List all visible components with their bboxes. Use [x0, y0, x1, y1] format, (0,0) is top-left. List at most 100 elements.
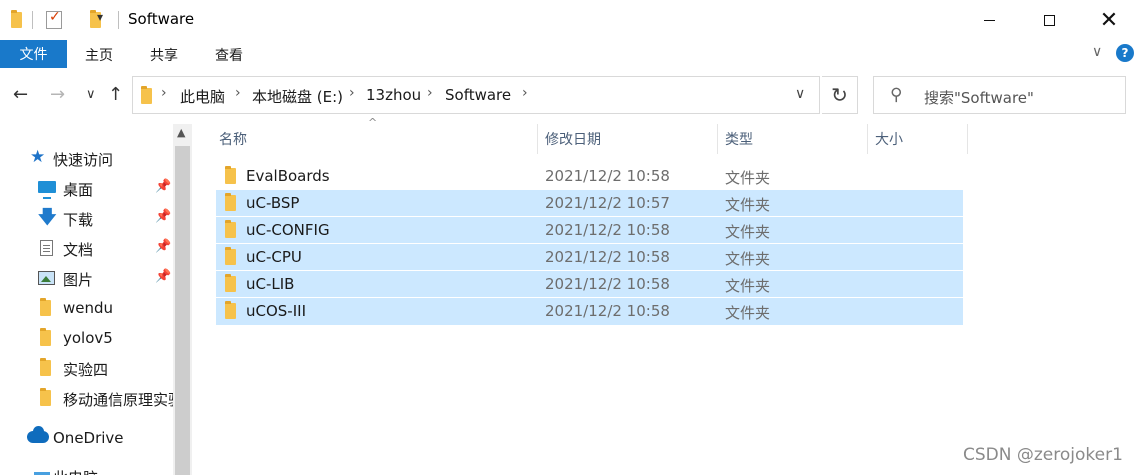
sidebar-item-desktop[interactable]: 桌面 📌	[0, 174, 172, 202]
tab-view[interactable]: 查看	[215, 45, 243, 65]
column-divider[interactable]	[717, 124, 718, 154]
folder-icon	[225, 220, 236, 238]
column-divider[interactable]	[867, 124, 868, 154]
folder-icon	[225, 247, 236, 265]
column-header-size[interactable]: 大小	[875, 129, 903, 149]
folder-icon	[225, 193, 236, 211]
sidebar-item-yolov5[interactable]: yolov5	[0, 324, 172, 352]
document-icon	[40, 240, 53, 256]
file-list: ^ 名称 修改日期 类型 大小 EvalBoards 2021/12/2 10:…	[192, 116, 1140, 475]
sidebar-item-this-pc[interactable]: 此电脑	[0, 458, 172, 475]
breadcrumb-separator[interactable]: ›	[161, 85, 167, 101]
table-row[interactable]: uC-CPU 2021/12/2 10:58 文件夹	[216, 244, 963, 271]
sidebar-item-onedrive[interactable]: OneDrive	[0, 424, 172, 452]
close-button[interactable]: ✕	[1079, 0, 1139, 40]
minimize-icon	[983, 19, 995, 21]
sidebar-item-experiment-4[interactable]: 实验四	[0, 354, 172, 382]
maximize-icon	[1043, 14, 1055, 26]
pin-icon[interactable]: 📌	[155, 239, 171, 254]
file-name: uC-CONFIG	[246, 221, 330, 239]
table-row[interactable]: uC-LIB 2021/12/2 10:58 文件夹	[216, 271, 963, 298]
pin-icon[interactable]: 📌	[155, 269, 171, 284]
sidebar-item-pictures[interactable]: 图片 📌	[0, 264, 172, 292]
window-title: Software	[128, 10, 195, 28]
sort-ascending-icon: ^	[368, 116, 378, 129]
folder-icon	[141, 86, 152, 104]
quick-access-divider	[32, 11, 33, 29]
help-icon[interactable]: ?	[1116, 44, 1134, 62]
table-row[interactable]: uCOS-III 2021/12/2 10:58 文件夹	[216, 298, 963, 325]
file-date: 2021/12/2 10:57	[545, 194, 670, 212]
column-header-type[interactable]: 类型	[725, 129, 753, 149]
column-header-date-modified[interactable]: 修改日期	[545, 129, 601, 149]
breadcrumb-separator[interactable]: ›	[349, 85, 355, 101]
breadcrumb-software[interactable]: Software	[445, 86, 511, 104]
file-name: EvalBoards	[246, 167, 330, 185]
column-divider[interactable]	[967, 124, 968, 154]
column-divider[interactable]	[537, 124, 538, 154]
refresh-button[interactable]: ↻	[822, 76, 858, 114]
search-input[interactable]: ⚲ 搜索"Software"	[873, 76, 1126, 114]
title-divider	[118, 11, 119, 29]
pin-icon[interactable]: 📌	[155, 209, 171, 224]
address-dropdown[interactable]: ∨	[795, 86, 805, 102]
customize-quick-access-dropdown[interactable]: ▾	[97, 10, 103, 24]
file-type: 文件夹	[725, 223, 771, 241]
sidebar-item-documents[interactable]: 文档 📌	[0, 234, 172, 262]
properties-icon[interactable]: ✓	[46, 9, 62, 29]
column-header-name[interactable]: 名称	[219, 129, 247, 149]
search-icon: ⚲	[890, 85, 903, 105]
file-name: uC-LIB	[246, 275, 295, 293]
breadcrumb-separator[interactable]: ›	[235, 85, 241, 101]
breadcrumb-drive-e[interactable]: 本地磁盘 (E:)	[252, 86, 343, 107]
folder-icon	[225, 274, 236, 292]
file-date: 2021/12/2 10:58	[545, 167, 670, 185]
file-date: 2021/12/2 10:58	[545, 221, 670, 239]
folder-icon	[40, 298, 51, 316]
watermark: CSDN @zerojoker1	[963, 445, 1123, 465]
star-icon: ★	[30, 147, 46, 167]
scroll-up-icon[interactable]: ▲	[177, 126, 185, 139]
file-name: uC-CPU	[246, 248, 302, 266]
folder-icon	[225, 166, 236, 184]
ribbon-tabs: 文件 主页 共享 查看 ∨ ?	[0, 40, 1140, 68]
back-button[interactable]: ←	[13, 84, 28, 105]
maximize-button[interactable]	[1019, 0, 1079, 40]
breadcrumb-13zhou[interactable]: 13zhou	[366, 86, 421, 104]
chevron-down-icon[interactable]: ∨	[1092, 44, 1102, 60]
file-type: 文件夹	[725, 250, 771, 268]
breadcrumb-this-pc[interactable]: 此电脑	[180, 86, 225, 107]
sidebar-item-label: OneDrive	[53, 429, 124, 447]
breadcrumb-separator[interactable]: ›	[427, 85, 433, 101]
scrollbar-thumb[interactable]	[175, 146, 190, 475]
folder-icon	[40, 358, 51, 376]
tab-home[interactable]: 主页	[85, 45, 113, 65]
table-row[interactable]: uC-BSP 2021/12/2 10:57 文件夹	[216, 190, 963, 217]
forward-button[interactable]: →	[50, 84, 65, 105]
sidebar-item-label: wendu	[63, 299, 114, 317]
folder-icon	[40, 328, 51, 346]
navigation-pane: ★ 快速访问 桌面 📌 🡇 下载 📌 文档 📌 图片 📌 wendu yolov…	[0, 124, 192, 475]
recent-locations-button[interactable]: ∨	[86, 87, 96, 102]
folder-icon	[11, 10, 22, 28]
folder-icon	[225, 301, 236, 319]
table-row[interactable]: EvalBoards 2021/12/2 10:58 文件夹	[216, 163, 963, 190]
file-type: 文件夹	[725, 277, 771, 295]
sidebar-item-label: yolov5	[63, 329, 113, 347]
file-type: 文件夹	[725, 304, 771, 322]
sidebar-item-wendu[interactable]: wendu	[0, 294, 172, 322]
sidebar-item-quick-access[interactable]: ★ 快速访问	[0, 144, 172, 172]
tab-file[interactable]: 文件	[0, 40, 67, 68]
up-button[interactable]: ↑	[108, 84, 123, 105]
tab-share[interactable]: 共享	[150, 45, 178, 65]
address-bar[interactable]: › 此电脑 › 本地磁盘 (E:) › 13zhou › Software › …	[132, 76, 820, 114]
table-row[interactable]: uC-CONFIG 2021/12/2 10:58 文件夹	[216, 217, 963, 244]
breadcrumb-separator[interactable]: ›	[522, 85, 528, 101]
sidebar-item-downloads[interactable]: 🡇 下载 📌	[0, 204, 172, 232]
minimize-button[interactable]	[959, 0, 1019, 40]
search-placeholder: 搜索"Software"	[924, 89, 1034, 107]
pin-icon[interactable]: 📌	[155, 179, 171, 194]
sidebar-item-mobile-comm-lab[interactable]: 移动通信原理实验	[0, 384, 173, 412]
sidebar-scrollbar[interactable]: ▲	[173, 124, 192, 475]
file-date: 2021/12/2 10:58	[545, 248, 670, 266]
